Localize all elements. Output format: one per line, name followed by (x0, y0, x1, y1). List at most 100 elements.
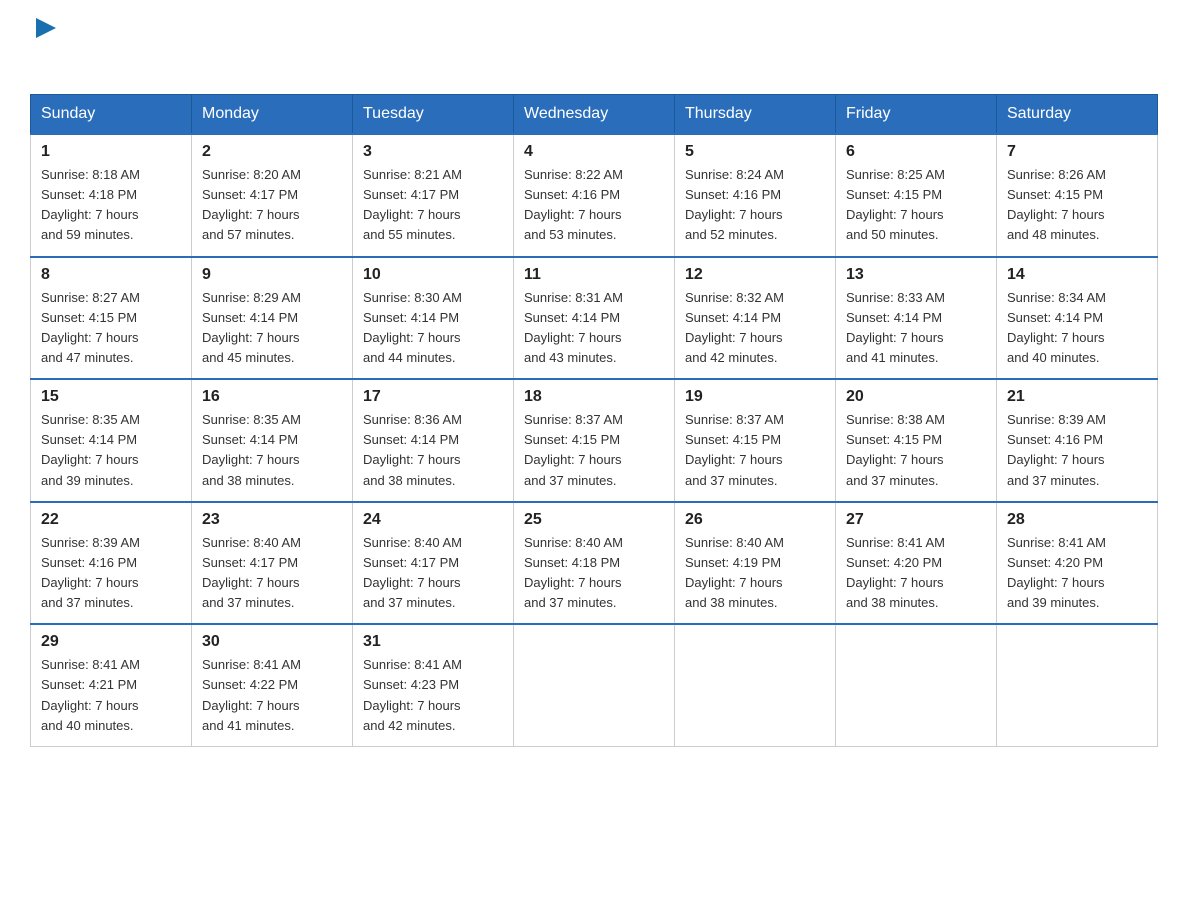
day-info: Sunrise: 8:39 AM Sunset: 4:16 PM Dayligh… (41, 533, 181, 614)
day-info: Sunrise: 8:39 AM Sunset: 4:16 PM Dayligh… (1007, 410, 1147, 491)
day-info: Sunrise: 8:31 AM Sunset: 4:14 PM Dayligh… (524, 288, 664, 369)
day-number: 29 (41, 633, 181, 651)
day-number: 2 (202, 143, 342, 161)
day-number: 23 (202, 511, 342, 529)
calendar-cell: 11 Sunrise: 8:31 AM Sunset: 4:14 PM Dayl… (514, 257, 675, 380)
calendar-cell: 20 Sunrise: 8:38 AM Sunset: 4:15 PM Dayl… (836, 379, 997, 502)
day-info: Sunrise: 8:34 AM Sunset: 4:14 PM Dayligh… (1007, 288, 1147, 369)
calendar-week-5: 29 Sunrise: 8:41 AM Sunset: 4:21 PM Dayl… (31, 624, 1158, 746)
calendar-cell (997, 624, 1158, 746)
day-number: 27 (846, 511, 986, 529)
calendar-cell (675, 624, 836, 746)
calendar-cell: 3 Sunrise: 8:21 AM Sunset: 4:17 PM Dayli… (353, 134, 514, 257)
day-number: 15 (41, 388, 181, 406)
calendar-cell: 13 Sunrise: 8:33 AM Sunset: 4:14 PM Dayl… (836, 257, 997, 380)
day-number: 24 (363, 511, 503, 529)
day-number: 9 (202, 266, 342, 284)
day-info: Sunrise: 8:27 AM Sunset: 4:15 PM Dayligh… (41, 288, 181, 369)
header-monday: Monday (192, 95, 353, 135)
calendar-cell: 21 Sunrise: 8:39 AM Sunset: 4:16 PM Dayl… (997, 379, 1158, 502)
logo-triangle-icon (32, 14, 60, 42)
day-info: Sunrise: 8:41 AM Sunset: 4:20 PM Dayligh… (846, 533, 986, 614)
day-number: 14 (1007, 266, 1147, 284)
calendar-cell: 29 Sunrise: 8:41 AM Sunset: 4:21 PM Dayl… (31, 624, 192, 746)
day-info: Sunrise: 8:35 AM Sunset: 4:14 PM Dayligh… (41, 410, 181, 491)
day-info: Sunrise: 8:25 AM Sunset: 4:15 PM Dayligh… (846, 165, 986, 246)
day-info: Sunrise: 8:35 AM Sunset: 4:14 PM Dayligh… (202, 410, 342, 491)
calendar-cell: 5 Sunrise: 8:24 AM Sunset: 4:16 PM Dayli… (675, 134, 836, 257)
day-info: Sunrise: 8:40 AM Sunset: 4:19 PM Dayligh… (685, 533, 825, 614)
calendar-cell: 17 Sunrise: 8:36 AM Sunset: 4:14 PM Dayl… (353, 379, 514, 502)
calendar-cell: 30 Sunrise: 8:41 AM Sunset: 4:22 PM Dayl… (192, 624, 353, 746)
day-info: Sunrise: 8:37 AM Sunset: 4:15 PM Dayligh… (524, 410, 664, 491)
day-number: 1 (41, 143, 181, 161)
calendar-cell: 22 Sunrise: 8:39 AM Sunset: 4:16 PM Dayl… (31, 502, 192, 625)
day-number: 28 (1007, 511, 1147, 529)
calendar-week-1: 1 Sunrise: 8:18 AM Sunset: 4:18 PM Dayli… (31, 134, 1158, 257)
day-number: 18 (524, 388, 664, 406)
header-thursday: Thursday (675, 95, 836, 135)
header-sunday: Sunday (31, 95, 192, 135)
day-info: Sunrise: 8:30 AM Sunset: 4:14 PM Dayligh… (363, 288, 503, 369)
day-info: Sunrise: 8:32 AM Sunset: 4:14 PM Dayligh… (685, 288, 825, 369)
header-tuesday: Tuesday (353, 95, 514, 135)
day-number: 10 (363, 266, 503, 284)
calendar-header-row: SundayMondayTuesdayWednesdayThursdayFrid… (31, 95, 1158, 135)
day-info: Sunrise: 8:41 AM Sunset: 4:21 PM Dayligh… (41, 655, 181, 736)
day-number: 20 (846, 388, 986, 406)
calendar-cell: 7 Sunrise: 8:26 AM Sunset: 4:15 PM Dayli… (997, 134, 1158, 257)
header-wednesday: Wednesday (514, 95, 675, 135)
day-info: Sunrise: 8:20 AM Sunset: 4:17 PM Dayligh… (202, 165, 342, 246)
calendar-cell: 24 Sunrise: 8:40 AM Sunset: 4:17 PM Dayl… (353, 502, 514, 625)
calendar-cell: 4 Sunrise: 8:22 AM Sunset: 4:16 PM Dayli… (514, 134, 675, 257)
day-info: Sunrise: 8:40 AM Sunset: 4:17 PM Dayligh… (202, 533, 342, 614)
calendar-cell: 28 Sunrise: 8:41 AM Sunset: 4:20 PM Dayl… (997, 502, 1158, 625)
day-number: 25 (524, 511, 664, 529)
calendar-cell: 9 Sunrise: 8:29 AM Sunset: 4:14 PM Dayli… (192, 257, 353, 380)
day-info: Sunrise: 8:22 AM Sunset: 4:16 PM Dayligh… (524, 165, 664, 246)
day-number: 12 (685, 266, 825, 284)
day-number: 5 (685, 143, 825, 161)
calendar-cell: 31 Sunrise: 8:41 AM Sunset: 4:23 PM Dayl… (353, 624, 514, 746)
day-number: 16 (202, 388, 342, 406)
day-number: 26 (685, 511, 825, 529)
day-info: Sunrise: 8:18 AM Sunset: 4:18 PM Dayligh… (41, 165, 181, 246)
calendar-cell: 1 Sunrise: 8:18 AM Sunset: 4:18 PM Dayli… (31, 134, 192, 257)
calendar-cell: 10 Sunrise: 8:30 AM Sunset: 4:14 PM Dayl… (353, 257, 514, 380)
day-info: Sunrise: 8:38 AM Sunset: 4:15 PM Dayligh… (846, 410, 986, 491)
day-info: Sunrise: 8:37 AM Sunset: 4:15 PM Dayligh… (685, 410, 825, 491)
calendar-week-4: 22 Sunrise: 8:39 AM Sunset: 4:16 PM Dayl… (31, 502, 1158, 625)
day-info: Sunrise: 8:33 AM Sunset: 4:14 PM Dayligh… (846, 288, 986, 369)
calendar-cell: 25 Sunrise: 8:40 AM Sunset: 4:18 PM Dayl… (514, 502, 675, 625)
day-info: Sunrise: 8:24 AM Sunset: 4:16 PM Dayligh… (685, 165, 825, 246)
header-saturday: Saturday (997, 95, 1158, 135)
day-number: 17 (363, 388, 503, 406)
calendar-cell: 16 Sunrise: 8:35 AM Sunset: 4:14 PM Dayl… (192, 379, 353, 502)
day-number: 6 (846, 143, 986, 161)
day-number: 8 (41, 266, 181, 284)
calendar-week-2: 8 Sunrise: 8:27 AM Sunset: 4:15 PM Dayli… (31, 257, 1158, 380)
day-info: Sunrise: 8:40 AM Sunset: 4:18 PM Dayligh… (524, 533, 664, 614)
calendar-cell: 6 Sunrise: 8:25 AM Sunset: 4:15 PM Dayli… (836, 134, 997, 257)
day-number: 13 (846, 266, 986, 284)
logo (30, 20, 60, 74)
calendar-cell: 15 Sunrise: 8:35 AM Sunset: 4:14 PM Dayl… (31, 379, 192, 502)
day-number: 3 (363, 143, 503, 161)
day-number: 4 (524, 143, 664, 161)
calendar-week-3: 15 Sunrise: 8:35 AM Sunset: 4:14 PM Dayl… (31, 379, 1158, 502)
day-number: 21 (1007, 388, 1147, 406)
day-info: Sunrise: 8:36 AM Sunset: 4:14 PM Dayligh… (363, 410, 503, 491)
calendar-cell: 27 Sunrise: 8:41 AM Sunset: 4:20 PM Dayl… (836, 502, 997, 625)
calendar-cell (836, 624, 997, 746)
calendar-cell: 26 Sunrise: 8:40 AM Sunset: 4:19 PM Dayl… (675, 502, 836, 625)
calendar-cell: 12 Sunrise: 8:32 AM Sunset: 4:14 PM Dayl… (675, 257, 836, 380)
calendar-cell: 14 Sunrise: 8:34 AM Sunset: 4:14 PM Dayl… (997, 257, 1158, 380)
day-number: 11 (524, 266, 664, 284)
calendar-cell: 2 Sunrise: 8:20 AM Sunset: 4:17 PM Dayli… (192, 134, 353, 257)
day-info: Sunrise: 8:29 AM Sunset: 4:14 PM Dayligh… (202, 288, 342, 369)
calendar-cell: 8 Sunrise: 8:27 AM Sunset: 4:15 PM Dayli… (31, 257, 192, 380)
day-info: Sunrise: 8:41 AM Sunset: 4:23 PM Dayligh… (363, 655, 503, 736)
day-number: 30 (202, 633, 342, 651)
calendar-cell: 19 Sunrise: 8:37 AM Sunset: 4:15 PM Dayl… (675, 379, 836, 502)
day-number: 19 (685, 388, 825, 406)
